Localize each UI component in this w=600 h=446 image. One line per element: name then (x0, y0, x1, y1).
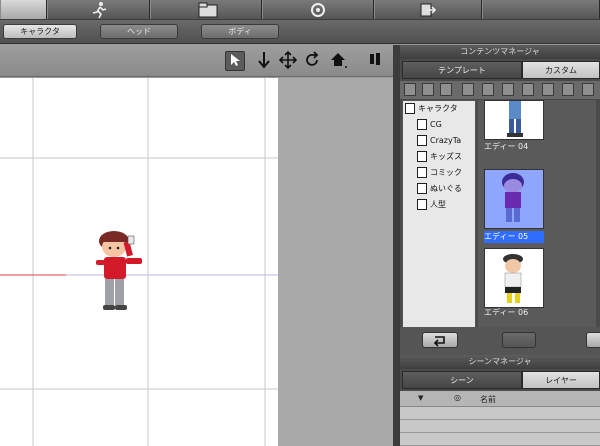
file-icon[interactable] (502, 83, 514, 96)
scene-manager-panel: シーンマネージャ シーン レイヤー ▼ ◎ 名前 (400, 355, 600, 446)
content-footer (400, 327, 600, 355)
thumbnail-label: エディー 05 (484, 231, 544, 243)
thumbnail-eddie-05[interactable] (484, 169, 544, 229)
new-folder-icon[interactable] (404, 83, 416, 96)
file-icon[interactable] (562, 83, 574, 96)
tab-scene[interactable]: シーン (402, 371, 522, 389)
folder-icon (417, 199, 427, 210)
tree-item[interactable]: CrazyTa (417, 133, 461, 149)
tab-template[interactable]: テンプレート (402, 61, 522, 79)
folder-icon (417, 151, 427, 162)
export-icon (420, 3, 437, 17)
file-icon[interactable] (462, 83, 474, 96)
table-row[interactable] (400, 421, 600, 433)
scene-grid-header: ▼ ◎ 名前 (400, 391, 600, 407)
tree-item[interactable]: 人型 (417, 197, 446, 213)
motion-tab[interactable] (262, 0, 374, 19)
tab-body[interactable]: ボディ (201, 24, 279, 39)
content-manager-panel: コンテンツマネージャ テンプレート カスタム キャラクタ CG CrazyTa … (400, 45, 600, 355)
table-row[interactable] (400, 408, 600, 420)
tree-item[interactable]: CG (417, 117, 442, 133)
name-column-header: 名前 (480, 395, 496, 404)
scene-grid: ▼ ◎ 名前 (400, 391, 600, 446)
book-icon[interactable] (365, 51, 385, 71)
gear-icon (311, 3, 325, 17)
folder-icon (417, 119, 427, 130)
move-icon[interactable] (278, 50, 298, 71)
tree-item[interactable]: ぬいぐる (417, 181, 462, 197)
project-tab[interactable] (0, 0, 47, 19)
folder-icon (417, 183, 427, 194)
file-icon[interactable] (522, 83, 534, 96)
file-icon[interactable] (482, 83, 494, 96)
move-down-icon[interactable] (254, 51, 274, 71)
tree-item[interactable]: キッズス (417, 149, 462, 165)
tree-item-character[interactable]: キャラクタ (405, 101, 458, 117)
tree-item[interactable]: コミック (417, 165, 462, 181)
table-row[interactable] (400, 434, 600, 446)
run-icon (92, 2, 106, 19)
character-figure[interactable] (92, 228, 150, 320)
tab-head[interactable]: ヘッド (100, 24, 178, 39)
paste-icon[interactable] (440, 83, 452, 96)
viewport-margin (278, 78, 393, 446)
tab-custom[interactable]: カスタム (522, 61, 600, 79)
add-button[interactable] (502, 332, 536, 348)
panel-splitter[interactable] (393, 45, 400, 446)
return-icon (433, 336, 445, 347)
folder-icon (417, 135, 427, 146)
content-manager-title: コンテンツマネージャ (400, 45, 600, 59)
content-toolbar (400, 81, 600, 99)
content-thumbnails: エディー 04 エディー 05 エディー 06 (478, 100, 596, 350)
scene-manager-title: シーンマネージャ (400, 355, 600, 369)
thumbnail-label: エディー 06 (484, 308, 529, 315)
thumbnail-eddie-04[interactable] (484, 100, 544, 140)
extra-tab[interactable] (482, 0, 600, 19)
folder-icon (417, 167, 427, 178)
content-tree: キャラクタ CG CrazyTa キッズス コミック ぬいぐる 人型 (402, 100, 476, 350)
visibility-icon[interactable]: ▼ (418, 394, 423, 402)
scene-tab[interactable] (150, 0, 262, 19)
export-tab[interactable] (374, 0, 482, 19)
copy-icon[interactable] (422, 83, 434, 96)
home-icon[interactable] (328, 51, 348, 71)
file-icon[interactable] (542, 83, 554, 96)
animation-tab[interactable] (47, 0, 150, 19)
folder-icon (405, 103, 415, 114)
viewport-toolbar (0, 45, 393, 77)
tab-character[interactable]: キャラクタ (3, 24, 77, 39)
more-button[interactable] (586, 332, 600, 348)
lock-icon[interactable]: ◎ (454, 393, 461, 402)
select-tool-icon[interactable] (225, 51, 245, 71)
apply-button[interactable] (422, 332, 458, 348)
folder-icon (198, 2, 218, 18)
thumbnail-eddie-06[interactable] (484, 248, 544, 308)
thumbnail-label: エディー 04 (484, 142, 529, 151)
file-icon[interactable] (582, 83, 594, 96)
viewport-canvas[interactable] (0, 78, 278, 446)
rotate-icon[interactable] (303, 51, 323, 71)
tab-layer[interactable]: レイヤー (522, 371, 600, 389)
mode-tab-bar: キャラクタ ヘッド ボディ (0, 20, 600, 44)
main-toolbar (0, 0, 600, 20)
